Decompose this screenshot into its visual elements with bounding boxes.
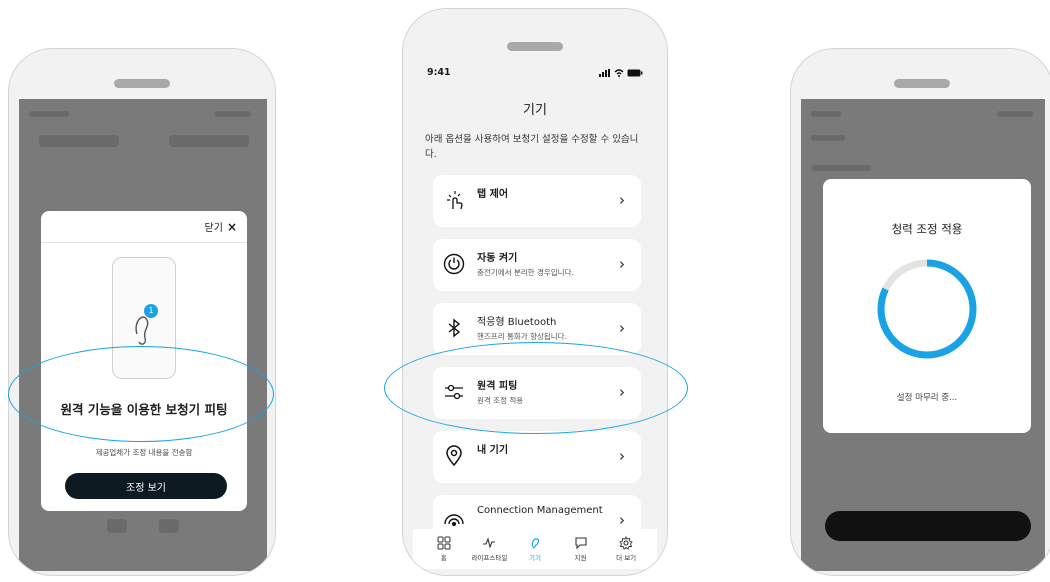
page-intro: 아래 옵션을 사용하여 보청기 설정을 수정할 수 있습니다. (425, 134, 639, 160)
tab-support[interactable]: 지원 (562, 536, 600, 562)
settings-card-adaptive-bluetooth[interactable]: 적응형 Bluetooth 핸즈프리 통화가 향상됩니다. › (433, 303, 641, 355)
chevron-right-icon: › (619, 191, 625, 209)
chevron-right-icon: › (619, 319, 625, 337)
tab-label: 더 보기 (616, 554, 637, 562)
phone-notch (507, 42, 563, 51)
bottom-tab-bar: 홈 라이프스타일 기기 지원 더 보기 (413, 529, 657, 569)
settings-card-auto-on[interactable]: 자동 켜기 충전기에서 분리한 경우입니다. › (433, 239, 641, 291)
sliders-icon (445, 384, 463, 400)
location-pin-icon (446, 445, 462, 467)
settings-card-remote-fitting[interactable]: 원격 피팅 원격 조정 적용 › (433, 367, 641, 419)
modal-subtitle: 제공업체가 조정 내용을 전송함 (95, 448, 193, 457)
wifi-icon (614, 68, 624, 77)
tab-devices[interactable]: 기기 (516, 536, 554, 562)
chevron-right-icon: › (619, 383, 625, 401)
chevron-right-icon: › (619, 447, 625, 465)
blurred-program-tab (39, 135, 119, 147)
tab-more[interactable]: 더 보기 (607, 536, 645, 562)
page-title: 기기 (523, 103, 547, 118)
phone-remote-fitting-modal: 닫기 × 1 원격 기능을 이용한 보청기 피팅 제공업체가 조정 내용을 전송… (8, 48, 276, 576)
card-description: 핸즈프리 통화가 향상됩니다. (477, 332, 567, 341)
activity-icon (483, 537, 496, 549)
blurred-back-link (811, 135, 845, 141)
modal-header: 닫기 × (41, 211, 247, 243)
dimmed-screen: 청력 조정 적용 설정 마무리 중... (801, 99, 1045, 571)
status-bar: 9:41 (427, 67, 643, 78)
connection-icon (444, 514, 464, 526)
hearing-aid-icon (135, 316, 149, 345)
blurred-status-icons (215, 111, 251, 117)
card-title: 탭 제어 (477, 189, 509, 200)
blurred-status-time (811, 111, 841, 117)
tab-label: 홈 (440, 554, 447, 562)
card-title: 원격 피팅 (477, 381, 518, 392)
modal-title: 원격 기능을 이용한 보청기 피팅 (60, 402, 228, 417)
hearing-aid-icon (531, 538, 540, 549)
status-time: 9:41 (427, 67, 451, 78)
tab-label: 지원 (574, 554, 587, 562)
tab-home[interactable]: 홈 (425, 536, 463, 562)
signal-icon (599, 68, 610, 77)
remote-fitting-modal: 닫기 × 1 원격 기능을 이용한 보청기 피팅 제공업체가 조정 내용을 전송… (41, 211, 247, 511)
phone-notch (114, 79, 170, 88)
settings-card-tap-control[interactable]: 탭 제어 › (433, 175, 641, 227)
power-icon (443, 253, 465, 275)
card-title: Connection Management (477, 505, 603, 516)
dimmed-screen: 닫기 × 1 원격 기능을 이용한 보청기 피팅 제공업체가 조정 내용을 전송… (19, 99, 267, 571)
tab-label: 기기 (529, 554, 541, 562)
phone-illustration: 1 (112, 257, 176, 379)
card-title: 청력 조정 적용 (891, 222, 963, 236)
progress-status-text: 설정 마무리 중... (896, 393, 958, 403)
blurred-status-time (29, 111, 69, 117)
card-description: 충전기에서 분리한 경우입니다. (477, 268, 574, 277)
chevron-right-icon: › (619, 255, 625, 273)
card-title: 자동 켜기 (477, 253, 518, 264)
close-icon[interactable]: × (227, 220, 237, 234)
notification-badge: 1 (144, 304, 158, 318)
gear-icon (619, 536, 633, 550)
bluetooth-icon (448, 318, 461, 338)
tab-label: 라이프스타일 (471, 554, 508, 562)
blurred-section-title (811, 165, 871, 171)
tap-hand-icon (447, 191, 463, 210)
grid-icon (437, 536, 451, 550)
blurred-control (159, 519, 179, 533)
tab-lifestyle[interactable]: 라이프스타일 (470, 536, 508, 562)
chat-icon (575, 537, 587, 550)
card-title: 적응형 Bluetooth (477, 317, 557, 328)
blurred-action-button (825, 511, 1031, 541)
view-adjustments-button[interactable]: 조정 보기 (65, 473, 227, 499)
close-label[interactable]: 닫기 (205, 219, 223, 234)
blurred-control (107, 519, 127, 533)
device-settings-screen: 9:41 기기 아래 옵션을 사용하여 보청기 설정을 수정할 수 있습니다. … (413, 59, 657, 569)
progress-spinner (877, 259, 977, 359)
blurred-status-icons (997, 111, 1033, 117)
blurred-program-tab (169, 135, 249, 147)
card-title: 내 기기 (477, 445, 509, 456)
phone-device-settings: 9:41 기기 아래 옵션을 사용하여 보청기 설정을 수정할 수 있습니다. … (402, 8, 668, 576)
phone-applying-adjustments: 청력 조정 적용 설정 마무리 중... (790, 48, 1050, 576)
status-icons (599, 68, 643, 77)
chevron-right-icon: › (619, 511, 625, 529)
card-description: 원격 조정 적용 (477, 396, 524, 405)
battery-icon (627, 69, 643, 76)
applying-adjustments-card: 청력 조정 적용 설정 마무리 중... (823, 179, 1031, 433)
phone-notch (894, 79, 950, 88)
settings-card-my-devices[interactable]: 내 기기 › (433, 431, 641, 483)
